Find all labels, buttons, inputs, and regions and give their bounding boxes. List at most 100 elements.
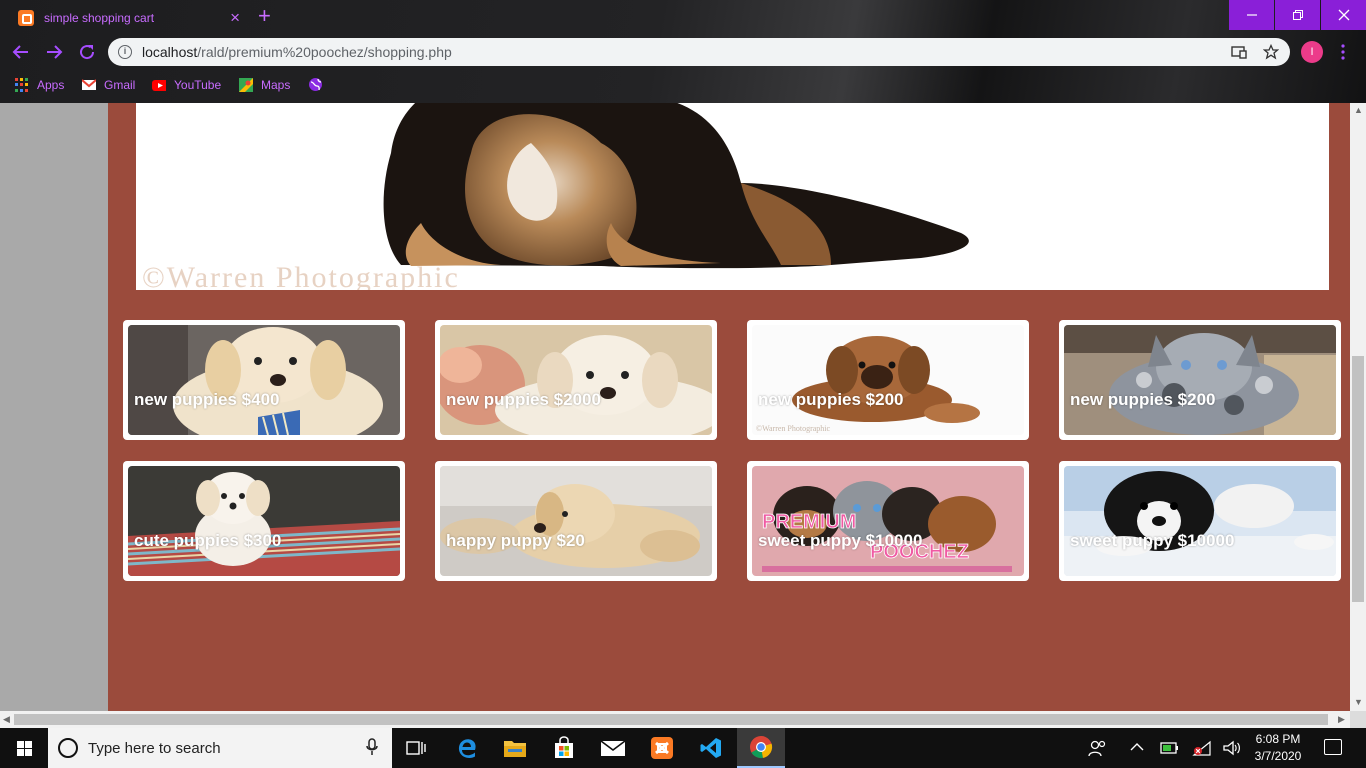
browser-chrome: simple shopping cart × + i localhost/ral… — [0, 0, 1366, 103]
bookmark-youtube[interactable]: YouTube — [152, 76, 221, 94]
reload-icon[interactable] — [78, 43, 96, 61]
scroll-up-icon[interactable]: ▲ — [1354, 105, 1363, 115]
product-card[interactable]: new puppies $400 — [123, 320, 405, 440]
bookmark-maps[interactable]: Maps — [239, 76, 290, 94]
bookmark-label: Gmail — [104, 78, 136, 92]
volume-icon[interactable] — [1222, 739, 1240, 757]
product-label: happy puppy $20 — [446, 531, 585, 550]
hero-watermark: ©Warren Photographic — [142, 261, 460, 290]
tab-close-icon[interactable]: × — [230, 8, 240, 28]
svg-text:PREMIUM: PREMIUM — [762, 511, 856, 533]
store-bag-icon — [555, 736, 573, 758]
scroll-left-icon[interactable]: ◀ — [3, 714, 10, 725]
scroll-down-icon[interactable]: ▼ — [1354, 697, 1363, 707]
store-app[interactable] — [540, 728, 588, 768]
minimize-icon — [1246, 14, 1257, 16]
vscode-app[interactable] — [687, 728, 735, 768]
cast-icon[interactable] — [1231, 45, 1247, 59]
windows-taskbar: Type here to search 6:08 PM 3/7/2020 — [0, 728, 1366, 768]
url-text[interactable]: localhost/rald/premium%20poochez/shoppin… — [142, 44, 452, 60]
vertical-scroll-thumb[interactable] — [1352, 356, 1364, 602]
folder-icon — [504, 741, 526, 757]
site-info-icon[interactable]: i — [118, 45, 132, 59]
network-disconnected-icon[interactable] — [1192, 740, 1212, 756]
close-window-button[interactable] — [1321, 0, 1366, 30]
task-view-icon — [406, 741, 426, 755]
start-button[interactable] — [0, 728, 48, 768]
product-card[interactable]: cute puppies $300 — [123, 461, 405, 581]
bookmark-star-icon[interactable] — [1263, 44, 1279, 60]
restore-icon — [1292, 10, 1303, 20]
system-clock[interactable]: 6:08 PM 3/7/2020 — [1248, 731, 1308, 765]
horizontal-scrollbar[interactable]: ◀ ▶ — [0, 711, 1350, 728]
action-center-icon[interactable] — [1324, 739, 1342, 755]
minimize-button[interactable] — [1229, 0, 1274, 30]
url-path: /rald/premium%20poochez/shopping.php — [197, 44, 452, 60]
close-icon — [1338, 9, 1349, 21]
maps-icon — [239, 78, 253, 92]
product-card[interactable]: PREMIUM POOCHEZ sweet puppy $10000 — [747, 461, 1029, 581]
page-viewport: ©Warren Photographic new puppies $400 ne… — [0, 103, 1350, 711]
apps-grid-icon — [15, 78, 29, 92]
bookmark-apps[interactable]: Apps — [15, 76, 64, 94]
product-photo: PREMIUM POOCHEZ — [752, 466, 1024, 576]
product-photo — [1064, 466, 1336, 576]
tab-title: simple shopping cart — [44, 11, 155, 25]
clock-date: 3/7/2020 — [1254, 749, 1302, 763]
vertical-scrollbar[interactable]: ▲ ▼ — [1350, 103, 1366, 711]
product-photo — [128, 466, 400, 576]
taskbar-search[interactable]: Type here to search — [48, 728, 392, 768]
bookmark-label: YouTube — [174, 78, 222, 92]
bookmark-label: Apps — [37, 78, 65, 92]
search-placeholder: Type here to search — [88, 740, 221, 757]
horizontal-scroll-thumb[interactable] — [14, 714, 1328, 725]
file-explorer-app[interactable] — [491, 728, 539, 768]
product-label: sweet puppy $10000 — [1070, 531, 1235, 550]
profile-avatar[interactable]: I — [1301, 41, 1323, 63]
show-hidden-icons-chevron-icon[interactable] — [1130, 742, 1144, 752]
product-photo: ©Warren Photographic — [752, 325, 1024, 435]
product-photo — [440, 325, 712, 435]
new-tab-button[interactable]: + — [258, 3, 271, 29]
product-label: new puppies $2000 — [446, 390, 601, 409]
bookmark-label: Maps — [261, 78, 291, 92]
battery-icon[interactable] — [1160, 741, 1180, 755]
product-card[interactable]: ©Warren Photographic new puppies $200 — [747, 320, 1029, 440]
product-label: new puppies $400 — [134, 390, 280, 409]
edge-app[interactable] — [443, 728, 491, 768]
address-bar[interactable]: i localhost/rald/premium%20poochez/shopp… — [108, 38, 1290, 66]
microphone-icon[interactable] — [366, 738, 378, 756]
forward-arrow-icon[interactable] — [45, 43, 63, 61]
restore-button[interactable] — [1275, 0, 1320, 30]
product-card[interactable]: new puppies $200 — [1059, 320, 1341, 440]
chrome-app[interactable] — [737, 728, 785, 768]
back-arrow-icon[interactable] — [12, 43, 30, 61]
product-photo — [440, 466, 712, 576]
product-card[interactable]: sweet puppy $10000 — [1059, 461, 1341, 581]
product-label: new puppies $200 — [1070, 390, 1216, 409]
product-photo — [128, 325, 400, 435]
hero-banner: ©Warren Photographic — [136, 103, 1329, 290]
xampp-app[interactable] — [638, 728, 686, 768]
product-card[interactable]: happy puppy $20 — [435, 461, 717, 581]
xampp-icon — [651, 737, 673, 759]
cortana-icon — [58, 738, 78, 758]
task-view-button[interactable] — [392, 728, 440, 768]
people-icon[interactable] — [1088, 739, 1108, 757]
youtube-icon — [152, 80, 166, 91]
chrome-icon — [750, 736, 773, 759]
mail-icon — [600, 740, 626, 756]
globe-bookmark-icon[interactable] — [308, 77, 323, 92]
product-label: cute puppies $300 — [134, 531, 282, 550]
windows-logo-icon — [16, 740, 32, 756]
url-host: localhost — [142, 44, 198, 60]
xampp-favicon-icon — [18, 10, 34, 26]
gmail-icon — [82, 79, 96, 90]
product-card[interactable]: new puppies $2000 — [435, 320, 717, 440]
hero-puppy-image — [383, 103, 969, 269]
mail-app[interactable] — [589, 728, 637, 768]
browser-tab[interactable]: simple shopping cart × — [8, 4, 246, 32]
menu-kebab-icon[interactable] — [1339, 43, 1347, 61]
scroll-right-icon[interactable]: ▶ — [1338, 714, 1345, 725]
bookmark-gmail[interactable]: Gmail — [82, 76, 135, 94]
